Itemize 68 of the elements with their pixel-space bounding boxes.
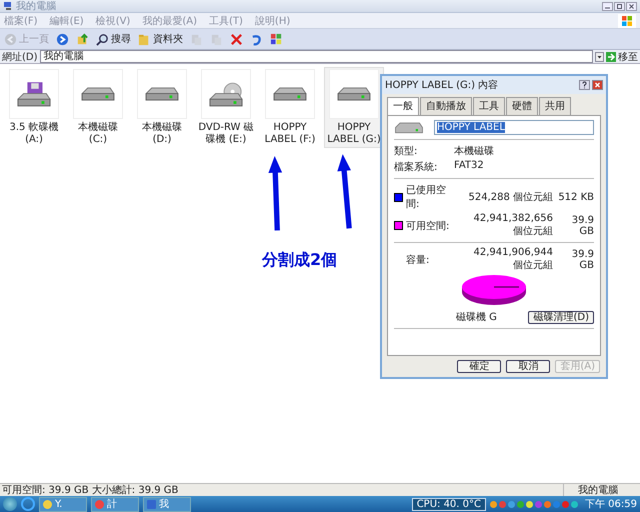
folders-icon xyxy=(138,32,151,46)
disc-drive-icon xyxy=(209,82,243,106)
space-label: 可用空間: xyxy=(406,220,450,232)
help-button[interactable] xyxy=(579,80,590,90)
delete-icon xyxy=(230,32,243,46)
address-label: 網址(D) xyxy=(2,50,38,64)
up-icon xyxy=(76,32,89,46)
copy-icon xyxy=(210,32,223,46)
back-icon xyxy=(4,32,17,46)
file-system-value: FAT32 xyxy=(454,160,484,173)
close-button[interactable] xyxy=(626,2,637,10)
go-button[interactable]: 移至 xyxy=(606,50,638,64)
capacity-label: 容量: xyxy=(406,254,430,266)
size-value: 39.9 GB xyxy=(570,248,594,270)
address-field[interactable]: 我的電腦 xyxy=(40,50,593,63)
views-icon xyxy=(270,32,283,46)
computer-icon xyxy=(3,1,13,11)
type-value: 本機磁碟 xyxy=(454,144,494,158)
drive-icon xyxy=(394,120,424,135)
dialog-title: HOPPY LABEL (G:) 內容 xyxy=(385,78,498,92)
undo-icon xyxy=(250,32,263,46)
start-button[interactable] xyxy=(3,497,17,511)
disk-pie-drawing xyxy=(459,274,529,308)
byte-count: 42,941,906,944 個位元組 xyxy=(472,247,553,272)
windows-logo-icon xyxy=(618,14,636,28)
size-value: 39.9 GB xyxy=(570,214,594,236)
dropdown-button[interactable] xyxy=(595,52,604,62)
views-button[interactable] xyxy=(270,32,283,46)
tab[interactable]: 共用 xyxy=(539,97,571,115)
byte-count: 524,288 個位元組 xyxy=(467,191,553,204)
status-text: 可用空間: 39.9 GB 大小總計: 39.9 GB xyxy=(2,484,178,497)
maximize-button[interactable] xyxy=(614,2,625,10)
window-title: 我的電腦 xyxy=(16,0,56,13)
floppy-drive-icon xyxy=(17,82,51,106)
disk-cleanup-button[interactable]: 磁碟清理(D) xyxy=(528,310,594,324)
drive-item[interactable]: HOPPY LABEL (G:) xyxy=(324,67,384,148)
type-label: 類型: xyxy=(394,144,418,158)
tab[interactable]: 工具 xyxy=(473,97,505,115)
minimize-button[interactable] xyxy=(602,2,613,10)
dialog-button[interactable]: 取消 xyxy=(506,360,550,373)
size-value: 512 KB xyxy=(557,192,594,202)
drive-icon xyxy=(145,87,179,101)
drive-icon xyxy=(337,87,371,101)
search-icon xyxy=(96,32,109,46)
cpu-temperature: CPU: 40. 0°C xyxy=(412,498,486,510)
tab[interactable]: 自動播放 xyxy=(420,97,472,115)
file-system-label: 檔案系統: xyxy=(394,160,438,174)
search-button[interactable]: 搜尋 xyxy=(96,32,131,46)
tab[interactable]: 硬體 xyxy=(506,97,538,115)
go-arrow-icon xyxy=(606,52,616,62)
drive-icon xyxy=(273,87,307,101)
drive-label: 磁碟機 G xyxy=(456,310,497,324)
name-field[interactable]: HOPPY LABEL xyxy=(434,120,594,135)
up-button[interactable] xyxy=(76,32,89,46)
tab[interactable]: 一般 xyxy=(387,97,419,115)
folders-button[interactable]: 資料夾 xyxy=(138,32,183,46)
move-icon xyxy=(190,32,203,46)
annotation-text: 分割成2個 xyxy=(262,250,338,271)
drive-icon xyxy=(81,87,115,101)
byte-count: 42,941,382,656 個位元組 xyxy=(472,213,553,238)
delete-button[interactable] xyxy=(230,32,243,46)
clock: 下午 06:59 xyxy=(584,498,637,511)
space-label: 已使用空間: xyxy=(406,184,447,211)
dialog-button[interactable]: 確定 xyxy=(457,360,502,373)
forward-icon xyxy=(56,32,69,46)
close-button[interactable] xyxy=(592,80,603,90)
forward-button[interactable] xyxy=(56,32,69,46)
undo-button[interactable] xyxy=(250,32,263,46)
